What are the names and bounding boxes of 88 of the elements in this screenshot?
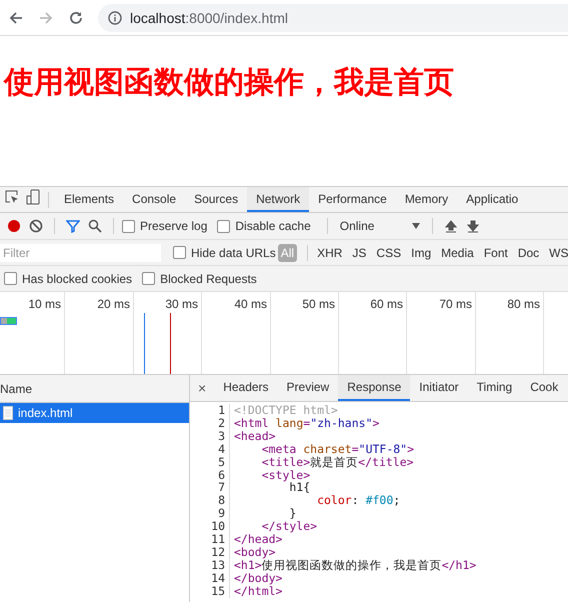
- line-number: 12: [210, 546, 225, 559]
- page-heading: 使用视图函数做的操作，我是首页: [4, 65, 455, 101]
- detail-tab[interactable]: Timing: [468, 375, 522, 401]
- time-tick: 30 ms: [165, 297, 199, 311]
- line-number: 15: [210, 584, 225, 598]
- type-filter[interactable]: Img: [408, 244, 434, 262]
- caret-icon: [412, 223, 420, 229]
- record-icon[interactable]: [7, 219, 21, 233]
- time-tick: 60 ms: [370, 297, 404, 311]
- time-tick: 80 ms: [507, 297, 541, 311]
- code-line: <html lang="zh-hans">: [234, 416, 380, 430]
- url-text: localhost:8000/index.html: [130, 10, 288, 26]
- line-number: 13: [210, 558, 225, 572]
- load-line: [170, 313, 171, 374]
- devtools-tab[interactable]: Memory: [396, 187, 458, 212]
- info-icon[interactable]: [108, 10, 122, 24]
- type-filter[interactable]: Doc: [514, 244, 542, 262]
- code-line: <head>: [234, 430, 276, 443]
- line-number: 10: [210, 520, 225, 534]
- devtools-tab[interactable]: Performance: [309, 187, 396, 212]
- code-line: <h1>使用视图函数做的操作，我是首页</h1>: [234, 558, 476, 572]
- detail-tab[interactable]: Preview: [278, 375, 338, 401]
- back-icon[interactable]: [8, 10, 24, 26]
- column-header[interactable]: Name: [0, 375, 189, 403]
- search-icon[interactable]: [88, 219, 102, 233]
- devtools-tab[interactable]: Applicatio: [457, 187, 528, 212]
- line-number: 1: [217, 404, 225, 417]
- time-tick: 70 ms: [439, 297, 473, 311]
- detail-tab[interactable]: Response: [338, 375, 410, 401]
- devtools-tab[interactable]: Sources: [185, 187, 248, 212]
- devtools-tab[interactable]: Network: [247, 187, 310, 212]
- document-icon: [3, 406, 13, 420]
- filter-field[interactable]: Filter: [0, 244, 161, 262]
- type-filter[interactable]: XHR: [314, 244, 346, 262]
- line-number: 14: [210, 572, 225, 585]
- checkbox[interactable]: Hide data URLs: [173, 246, 276, 260]
- reload-icon[interactable]: [68, 10, 84, 26]
- dom-loaded-line: [144, 313, 145, 374]
- line-number: 4: [217, 442, 225, 456]
- line-number: 8: [217, 494, 225, 508]
- inspect-icon[interactable]: [4, 189, 20, 205]
- code-line: h1{: [289, 481, 312, 494]
- type-filter[interactable]: Media: [438, 244, 477, 262]
- line-number: 6: [217, 468, 225, 482]
- code-line: color: #f00;: [316, 494, 402, 508]
- request-bar: [0, 317, 17, 325]
- devtools-tab[interactable]: Console: [123, 187, 186, 212]
- detail-tab[interactable]: Initiator: [410, 375, 468, 401]
- code-line: </body>: [234, 572, 284, 585]
- code-line: <style>: [260, 468, 310, 482]
- line-number: 11: [210, 533, 225, 546]
- type-filter[interactable]: Font: [480, 244, 511, 262]
- close-button[interactable]: ×: [190, 375, 214, 401]
- code-line: <meta charset="UTF-8">: [260, 442, 416, 456]
- type-filter[interactable]: WS: [546, 244, 568, 262]
- code-line: </head>: [234, 533, 282, 546]
- time-tick: 20 ms: [97, 297, 131, 311]
- time-tick: 50 ms: [302, 297, 336, 311]
- code-line: }: [288, 507, 298, 520]
- checkbox[interactable]: Has blocked cookies: [4, 272, 132, 286]
- time-tick: 10 ms: [28, 297, 62, 311]
- code-line: <!DOCTYPE html>: [234, 404, 339, 417]
- code-line: </style>: [260, 520, 318, 534]
- devtools-tab[interactable]: Elements: [55, 187, 124, 212]
- line-number: 7: [217, 481, 225, 494]
- address-bar[interactable]: localhost:8000/index.html: [98, 4, 568, 32]
- download-icon[interactable]: [466, 220, 479, 232]
- checkbox[interactable]: Disable cache: [217, 219, 311, 233]
- filter-icon[interactable]: [66, 219, 80, 233]
- code-line: </html>: [234, 584, 284, 598]
- line-number: 3: [217, 430, 225, 443]
- detail-tab[interactable]: Cook: [521, 375, 568, 401]
- clear-icon[interactable]: [29, 219, 43, 233]
- request-row[interactable]: index.html: [0, 403, 189, 423]
- device-icon[interactable]: [26, 189, 40, 205]
- line-number: 5: [217, 456, 225, 469]
- code-line: <title>就是首页</title>: [260, 456, 415, 469]
- time-tick: 40 ms: [234, 297, 268, 311]
- detail-tab[interactable]: Headers: [214, 375, 278, 401]
- line-number: 2: [217, 416, 225, 430]
- line-number: 9: [217, 507, 225, 520]
- type-filter[interactable]: CSS: [373, 244, 404, 262]
- throttling-select[interactable]: Online: [336, 219, 424, 233]
- checkbox[interactable]: Blocked Requests: [142, 272, 257, 286]
- upload-icon[interactable]: [444, 220, 457, 232]
- code-line: <body>: [234, 546, 277, 559]
- type-filter[interactable]: JS: [349, 244, 370, 262]
- checkbox[interactable]: Preserve log: [122, 219, 208, 233]
